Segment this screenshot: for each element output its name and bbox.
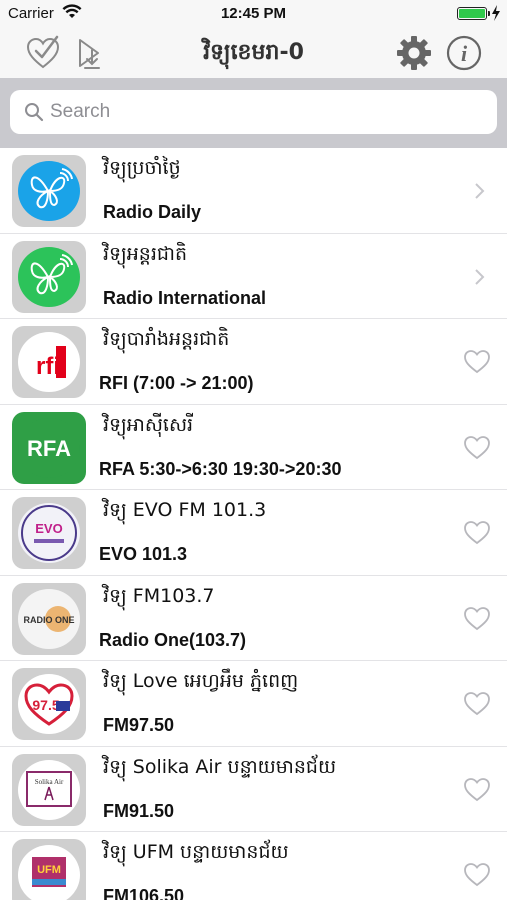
chevron-right-icon [475,268,485,285]
clock: 12:45 PM [220,5,287,22]
svg-text:EVO: EVO [35,521,62,536]
heart-icon[interactable] [463,862,491,888]
radio-one-logo: RADIO ONE [23,605,75,632]
svg-text:RADIO ONE: RADIO ONE [23,615,74,625]
ufm-logo: UFM [32,857,66,887]
station-logo: 97.5 [12,668,86,740]
svg-text:RFA: RFA [27,436,71,461]
solika-air-logo: Solika Air [26,770,72,807]
station-list: វិទ្យុប្រចាំថ្ងៃ Radio Daily វិទ្យុអន្តរ… [0,148,507,900]
station-subtitle: FM106.50 [103,886,185,900]
station-title: វិទ្យុ EVO FM 101.3 [103,499,267,521]
svg-text:i: i [461,41,468,66]
station-logo [12,240,86,313]
list-item[interactable]: Solika Air វិទ្យុ Solika Air បន្ទាយមានជ័… [0,746,507,832]
station-title: វិទ្យុ FM103.7 [103,584,215,607]
station-subtitle: RFI (7:00 -> 21:00) [99,373,254,393]
heart-icon[interactable] [463,349,491,375]
svg-text:97.5: 97.5 [32,697,59,713]
love-fm-logo: 97.5 [24,683,74,726]
heart-icon[interactable] [463,691,491,717]
station-title: វិទ្យុបារាំងអន្តរជាតិ [103,328,230,350]
station-logo [12,155,86,227]
search-field[interactable] [10,90,497,134]
list-item[interactable]: UFM វិទ្យុ UFM បន្ទាយមានជ័យ FM106.50 [0,832,507,900]
station-title: វិទ្យុប្រចាំថ្ងៃ [103,157,181,179]
battery-level [459,9,485,18]
info-icon[interactable]: i [445,34,483,72]
station-subtitle: RFA 5:30->6:30 19:30->20:30 [99,458,342,479]
station-logo: Solika Air [12,753,86,826]
charging-bolt-icon [492,5,500,21]
station-logo: RADIO ONE [12,582,86,655]
svg-text:rfi: rfi [36,353,60,380]
station-logo: rfi [12,326,86,398]
nav-bar: វិទ្យុខេមរា-0 i [0,28,507,78]
search-icon [25,103,44,122]
station-subtitle: FM91.50 [103,800,175,821]
heart-icon[interactable] [463,777,491,803]
list-item[interactable]: វិទ្យុអន្តរជាតិ Radio International [0,233,507,319]
list-item[interactable]: RADIO ONE វិទ្យុ FM103.7 Radio One(103.7… [0,575,507,661]
battery-icon [457,7,490,20]
svg-text:Solika Air: Solika Air [35,778,64,786]
station-subtitle: Radio International [103,287,267,308]
list-item[interactable]: 97.5 វិទ្យុ Love អេហ្វអឹម ភ្នំពេញ FM97.5… [0,661,507,747]
search-input[interactable] [50,96,480,128]
list-item[interactable]: RFA វិទ្យុអាស៊ីសេរី RFA 5:30->6:30 19:30… [0,404,507,490]
gear-icon[interactable] [395,34,433,72]
list-item[interactable]: វិទ្យុប្រចាំថ្ងៃ Radio Daily [0,148,507,234]
station-title: វិទ្យុ Love អេហ្វអឹម ភ្នំពេញ [103,670,299,692]
station-title: វិទ្យុ Solika Air បន្ទាយមានជ័យ [103,755,337,778]
station-logo: RFA [12,411,86,484]
status-bar: Carrier 12:45 PM [0,0,507,28]
chevron-right-icon [475,183,485,199]
heart-icon[interactable] [463,606,491,632]
svg-text:UFM: UFM [37,864,61,876]
station-logo: EVO [12,497,86,569]
station-title: វិទ្យុអាស៊ីសេរី [103,413,194,436]
list-item[interactable]: EVO វិទ្យុ EVO FM 101.3 EVO 101.3 [0,490,507,576]
heart-icon[interactable] [463,520,491,546]
station-logo: UFM [12,839,86,900]
butterfly-icon [30,253,73,294]
station-subtitle: FM97.50 [103,715,175,735]
list-item[interactable]: rfi វិទ្យុបារាំងអន្តរជាតិ RFI (7:00 -> 2… [0,319,507,405]
evo-logo: EVO [21,505,77,561]
search-bar [0,78,507,148]
station-subtitle: Radio One(103.7) [99,629,247,650]
butterfly-icon [30,168,73,209]
heart-icon[interactable] [463,435,491,461]
rfi-logo: rfi [36,346,66,380]
station-subtitle: Radio Daily [103,202,202,222]
station-title: វិទ្យុ UFM បន្ទាយមានជ័យ [103,841,289,863]
station-title: វិទ្យុអន្តរជាតិ [103,242,188,265]
station-subtitle: EVO 101.3 [99,544,188,564]
rfa-logo: RFA [27,436,71,461]
